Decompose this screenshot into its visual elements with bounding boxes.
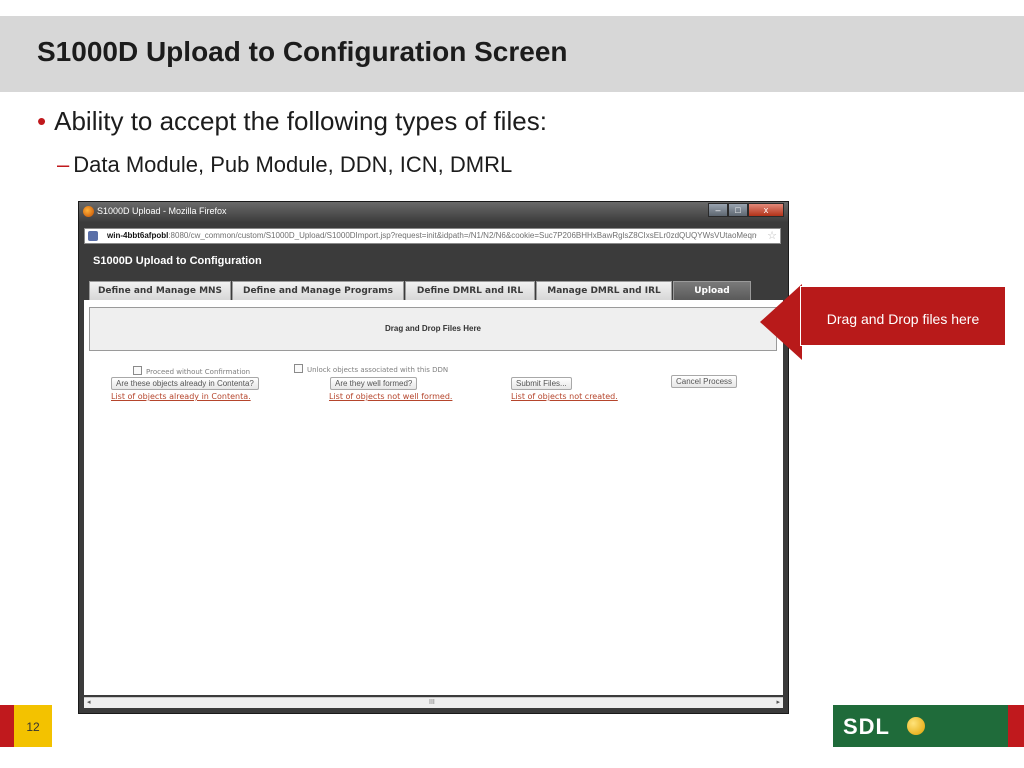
bullet-text: Ability to accept the following types of…	[54, 106, 547, 136]
not-created-link[interactable]: List of objects not created.	[511, 392, 618, 401]
checkbox-icon[interactable]	[294, 364, 303, 373]
not-well-formed-link[interactable]: List of objects not well formed.	[329, 392, 452, 401]
callout-text: Drag and Drop files here	[826, 311, 980, 327]
proceed-without-confirmation-checkbox[interactable]: Proceed without Confirmation	[133, 366, 250, 376]
submit-files-button[interactable]: Submit Files...	[511, 377, 572, 390]
maximize-button[interactable]: □	[728, 203, 748, 217]
url-text[interactable]: win-4bbt6afpobl:8080/cw_common/custom/S1…	[107, 231, 757, 240]
unlock-objects-checkbox[interactable]: Unlock objects associated with this DDN	[294, 364, 448, 374]
tab-define-manage-mns[interactable]: Define and Manage MNS	[89, 281, 231, 300]
minimize-button[interactable]: –	[708, 203, 728, 217]
firefox-icon	[83, 206, 94, 217]
address-bar[interactable]: win-4bbt6afpobl:8080/cw_common/custom/S1…	[84, 228, 781, 244]
checkbox-label: Unlock objects associated with this DDN	[307, 366, 449, 374]
tab-upload[interactable]: Upload	[673, 281, 751, 300]
bullet-item: • Ability to accept the following types o…	[37, 106, 547, 137]
window-controls: – □ x	[708, 203, 784, 218]
scroll-right-icon[interactable]: ▸	[776, 698, 780, 708]
tab-manage-dmrl-irl[interactable]: Manage DMRL and IRL	[536, 281, 672, 300]
bookmark-star-icon[interactable]: ☆	[767, 229, 777, 242]
check-in-contenta-button[interactable]: Are these objects already in Contenta?	[111, 377, 259, 390]
page-number-box: 12	[14, 705, 52, 747]
in-contenta-link[interactable]: List of objects already in Contenta.	[111, 392, 251, 401]
window-titlebar[interactable]: S1000D Upload - Mozilla Firefox – □ x	[79, 202, 788, 222]
drop-zone[interactable]: Drag and Drop Files Here	[89, 307, 777, 351]
checkbox-label: Proceed without Confirmation	[146, 368, 251, 376]
sdl-logo: SDL	[833, 705, 1008, 747]
cancel-process-button[interactable]: Cancel Process	[671, 375, 738, 388]
dash-icon: –	[57, 152, 70, 177]
logo-text: SDL	[843, 714, 890, 739]
sub-bullet-text: Data Module, Pub Module, DDN, ICN, DMRL	[73, 152, 513, 177]
upload-panel: Drag and Drop Files Here Proceed without…	[84, 300, 783, 695]
footer-red-bar	[0, 705, 14, 747]
browser-window: S1000D Upload - Mozilla Firefox – □ x wi…	[78, 201, 789, 714]
page-number: 12	[26, 720, 40, 734]
horizontal-scrollbar[interactable]: ◂ III ▸	[84, 697, 783, 708]
app-title: S1000D Upload to Configuration	[93, 255, 262, 267]
checkbox-icon[interactable]	[133, 366, 142, 375]
close-button[interactable]: x	[748, 203, 784, 217]
sub-bullet-item: – Data Module, Pub Module, DDN, ICN, DMRL	[57, 152, 512, 178]
bullet-dot-icon: •	[37, 106, 47, 136]
check-well-formed-button[interactable]: Are they well formed?	[330, 377, 418, 390]
footer-red-end	[1008, 705, 1024, 747]
slide-title: S1000D Upload to Configuration Screen	[37, 36, 568, 67]
scroll-left-icon[interactable]: ◂	[87, 698, 91, 708]
tab-define-manage-programs[interactable]: Define and Manage Programs	[232, 281, 404, 300]
logo-swirl-icon	[907, 717, 925, 735]
callout-box: Drag and Drop files here	[800, 286, 1006, 346]
url-path: :8080/cw_common/custom/S1000D_Upload/S10…	[168, 231, 757, 240]
url-host: win-4bbt6afpobl	[107, 231, 169, 240]
drop-zone-label: Drag and Drop Files Here	[384, 324, 482, 333]
tab-define-dmrl-irl[interactable]: Define DMRL and IRL	[405, 281, 535, 300]
window-title: S1000D Upload - Mozilla Firefox	[97, 206, 227, 216]
site-icon	[88, 231, 98, 241]
scroll-grip[interactable]: III	[429, 698, 435, 708]
callout-arrow-icon	[760, 284, 802, 360]
